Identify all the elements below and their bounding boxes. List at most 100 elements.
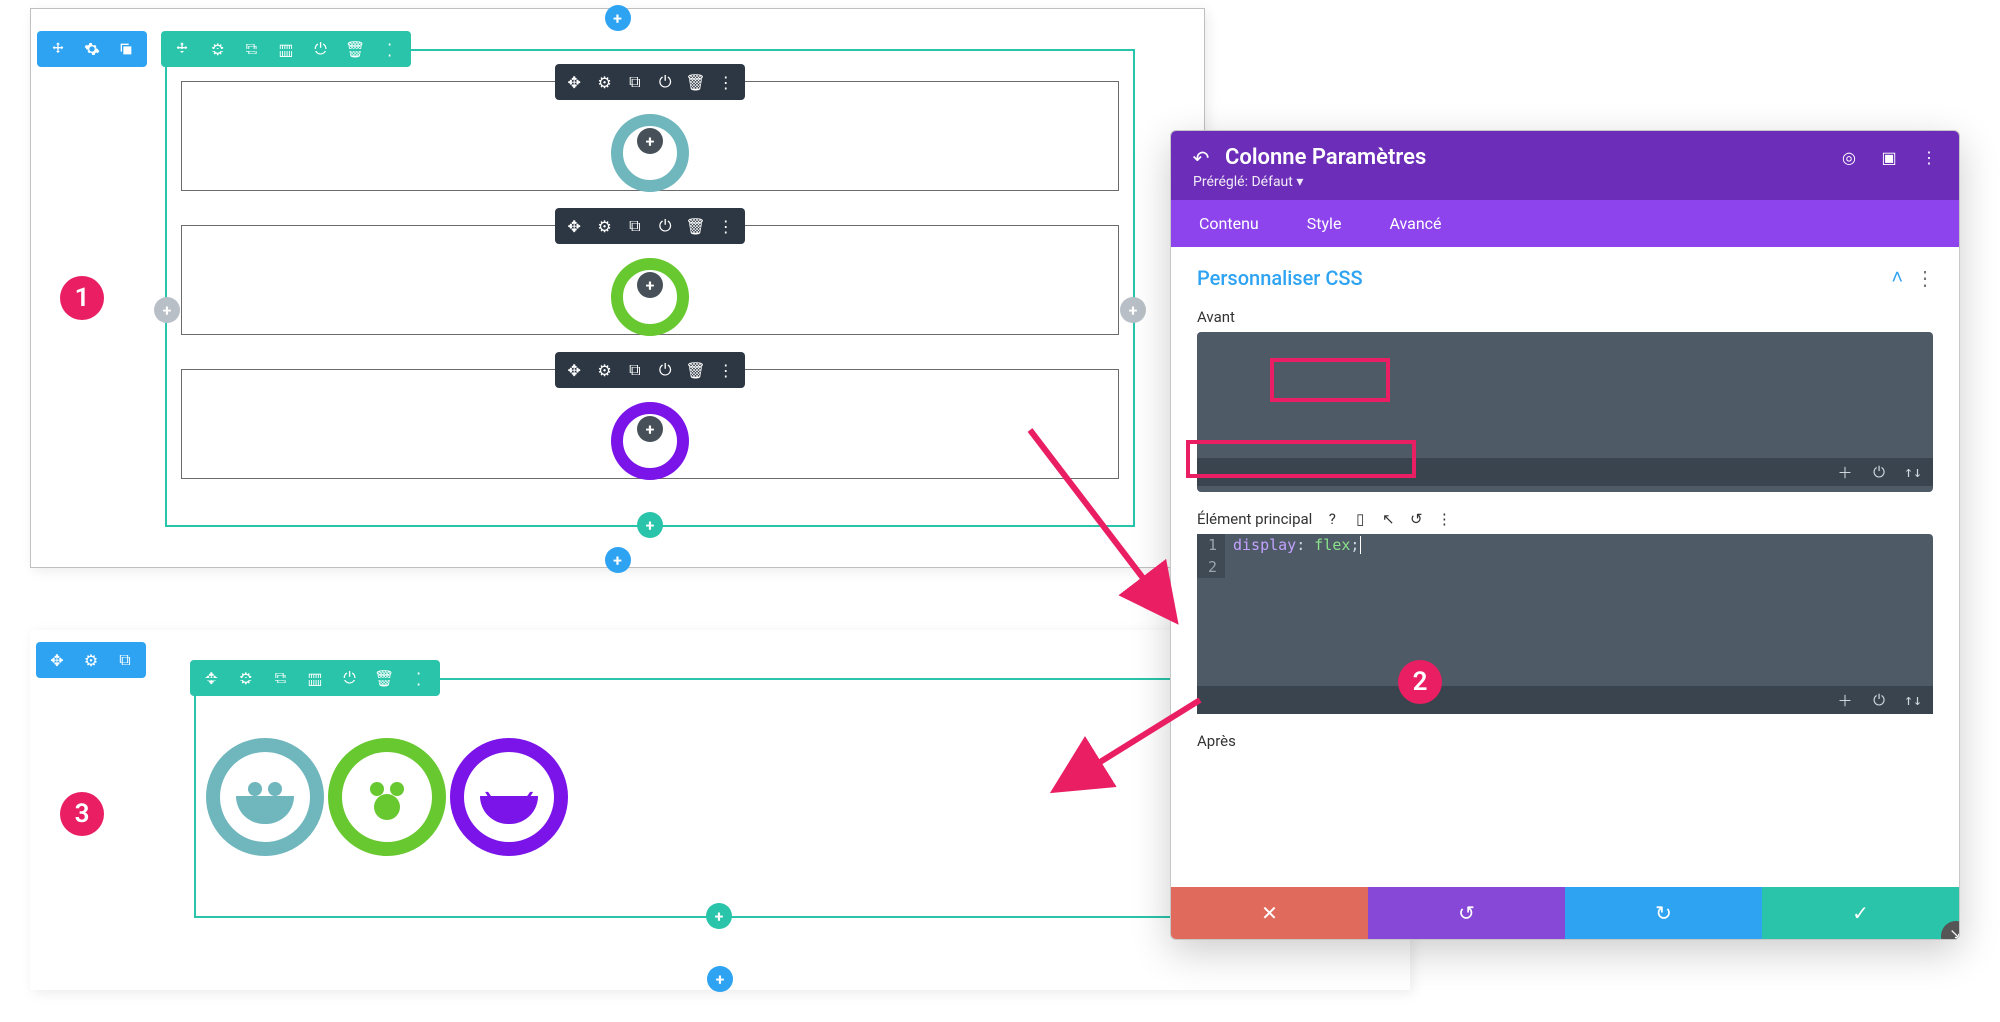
- power-icon[interactable]: ⏻: [657, 218, 673, 234]
- swap-icon[interactable]: ↑↓: [1905, 464, 1921, 480]
- duplicate-icon[interactable]: ⧉: [627, 362, 643, 378]
- dots-icon[interactable]: ⋮: [718, 362, 734, 378]
- move-icon[interactable]: [50, 41, 66, 57]
- preset-label[interactable]: Préréglé: Défaut ▾: [1193, 174, 1937, 190]
- smiley-purple-icon: +: [611, 402, 689, 480]
- redo-button[interactable]: ↻: [1565, 887, 1762, 939]
- move-icon[interactable]: ✥: [566, 218, 582, 234]
- smiley-green-icon: [328, 738, 446, 856]
- trash-icon[interactable]: 🗑: [687, 74, 703, 90]
- custom-css-heading[interactable]: Personnaliser CSS ˄ ⋮: [1197, 265, 1933, 290]
- dots-icon[interactable]: ⋮: [718, 218, 734, 234]
- annotation-badge-2: 2: [1398, 660, 1442, 704]
- add-column-left[interactable]: +: [154, 297, 180, 323]
- chevron-up-icon[interactable]: ˄: [1891, 265, 1903, 290]
- module-row-2: ✥⚙⧉⏻🗑⋮ +: [181, 225, 1119, 335]
- add-inside-button[interactable]: +: [637, 272, 663, 298]
- css-main-input[interactable]: 1 display: flex; 2 ＋ ⏻ ↑↓: [1197, 534, 1933, 714]
- module-toolbar[interactable]: ✥ ⚙ ⧉ ⏻ 🗑 ⋮: [555, 64, 745, 100]
- gear-icon[interactable]: ⚙: [83, 652, 99, 668]
- trash-icon[interactable]: 🗑: [687, 218, 703, 234]
- modal-header: ↶ Colonne Paramètres ◎ ▣ ⋮ Préréglé: Déf…: [1171, 131, 1959, 200]
- phone-icon[interactable]: ▯: [1352, 511, 1368, 527]
- add-inside-button[interactable]: +: [637, 416, 663, 442]
- power-icon[interactable]: ⏻: [657, 362, 673, 378]
- highlight-custom-css: [1186, 440, 1416, 478]
- modal-tabs: Contenu Style Avancé: [1171, 200, 1959, 247]
- undo-icon[interactable]: ↺: [1408, 511, 1424, 527]
- section-toolbar[interactable]: [37, 31, 147, 67]
- add-column-right[interactable]: +: [1120, 297, 1146, 323]
- help-icon[interactable]: ?: [1324, 511, 1340, 527]
- dots-icon[interactable]: ⋮: [1436, 511, 1452, 527]
- gear-icon[interactable]: [84, 41, 100, 57]
- main-element-row: Élément principal ? ▯ ↖ ↺ ⋮: [1197, 510, 1933, 528]
- after-label: Après: [1197, 732, 1933, 750]
- dots-icon[interactable]: ⋮: [1917, 270, 1933, 286]
- modal-body: Personnaliser CSS ˄ ⋮ Avant ＋ ⏻ ↑↓ Éléme…: [1171, 247, 1959, 774]
- highlight-advanced-tab: [1270, 358, 1390, 402]
- column-settings-modal: ↶ Colonne Paramètres ◎ ▣ ⋮ Préréglé: Déf…: [1170, 130, 1960, 940]
- tab-advanced[interactable]: Avancé: [1383, 200, 1447, 247]
- smiley-green-icon: +: [611, 258, 689, 336]
- column-outline: + + ✥ ⚙ ⧉ ⏻ 🗑 ⋮ + ✥⚙⧉⏻🗑⋮ +: [165, 49, 1135, 527]
- smiley-teal-icon: +: [611, 114, 689, 192]
- code-end: ;: [1350, 536, 1359, 554]
- gear-icon[interactable]: ⚙: [596, 218, 612, 234]
- annotation-badge-3: 3: [60, 792, 104, 836]
- power-icon[interactable]: ⏻: [1871, 464, 1887, 480]
- move-icon[interactable]: ✥: [566, 74, 582, 90]
- section-toolbar[interactable]: ✥ ⚙ ⧉: [36, 642, 146, 678]
- add-icon[interactable]: ＋: [1837, 692, 1853, 708]
- undo-button[interactable]: ↺: [1368, 887, 1565, 939]
- swap-icon[interactable]: ↑↓: [1905, 692, 1921, 708]
- duplicate-icon[interactable]: [118, 41, 134, 57]
- power-icon[interactable]: ⏻: [1871, 692, 1887, 708]
- move-icon[interactable]: ✥: [49, 652, 65, 668]
- trash-icon[interactable]: 🗑: [687, 362, 703, 378]
- gutter-line-1: 1: [1197, 534, 1225, 556]
- add-inside-button[interactable]: +: [637, 128, 663, 154]
- add-section-button[interactable]: +: [605, 5, 631, 31]
- module-toolbar[interactable]: ✥ ⚙ ⧉ ⏻ 🗑 ⋮: [555, 352, 745, 388]
- before-label: Avant: [1197, 308, 1933, 326]
- move-icon[interactable]: ✥: [566, 362, 582, 378]
- modal-footer: ✕ ↺ ↻ ✓: [1171, 887, 1959, 939]
- duplicate-icon[interactable]: ⧉: [117, 652, 133, 668]
- modal-title: Colonne Paramètres: [1225, 145, 1825, 170]
- text-cursor: [1360, 536, 1370, 554]
- tab-content[interactable]: Contenu: [1193, 200, 1265, 247]
- smiley-purple-icon: ›‹: [450, 738, 568, 856]
- target-icon[interactable]: ◎: [1841, 150, 1857, 166]
- code-sep: :: [1296, 536, 1314, 554]
- cursor-icon[interactable]: ↖: [1380, 511, 1396, 527]
- gear-icon[interactable]: ⚙: [596, 362, 612, 378]
- power-icon[interactable]: ⏻: [657, 74, 673, 90]
- duplicate-icon[interactable]: ⧉: [627, 218, 643, 234]
- module-toolbar[interactable]: ✥ ⚙ ⧉ ⏻ 🗑 ⋮: [555, 208, 745, 244]
- gear-icon[interactable]: ⚙: [596, 74, 612, 90]
- add-section-button[interactable]: +: [707, 966, 733, 992]
- layout-icon[interactable]: ▣: [1881, 150, 1897, 166]
- add-row-button[interactable]: +: [706, 903, 732, 929]
- cancel-button[interactable]: ✕: [1171, 887, 1368, 939]
- code-prop: display: [1233, 536, 1296, 554]
- add-row-button[interactable]: +: [637, 512, 663, 538]
- smiley-teal-icon: [206, 738, 324, 856]
- dots-icon[interactable]: ⋮: [1921, 150, 1937, 166]
- back-icon[interactable]: ↶: [1193, 150, 1209, 166]
- dots-icon[interactable]: ⋮: [718, 74, 734, 90]
- duplicate-icon[interactable]: ⧉: [627, 74, 643, 90]
- builder-canvas-before: ⚙ ⧉ ▥ ⏻ 🗑 ⋮ + + + ✥ ⚙ ⧉ ⏻ 🗑 ⋮ +: [30, 8, 1205, 568]
- column-outline-after: ›‹ +: [194, 678, 1244, 918]
- annotation-badge-1: 1: [60, 276, 104, 320]
- tab-style[interactable]: Style: [1301, 200, 1348, 247]
- add-section-button[interactable]: +: [605, 547, 631, 573]
- save-button[interactable]: ✓: [1762, 887, 1959, 939]
- module-row-3: ✥⚙⧉⏻🗑⋮ +: [181, 369, 1119, 479]
- add-icon[interactable]: ＋: [1837, 464, 1853, 480]
- gutter-line-2: 2: [1197, 556, 1225, 578]
- custom-css-label: Personnaliser CSS: [1197, 266, 1363, 290]
- module-row-1: ✥ ⚙ ⧉ ⏻ 🗑 ⋮ +: [181, 81, 1119, 191]
- code-val: flex: [1314, 536, 1350, 554]
